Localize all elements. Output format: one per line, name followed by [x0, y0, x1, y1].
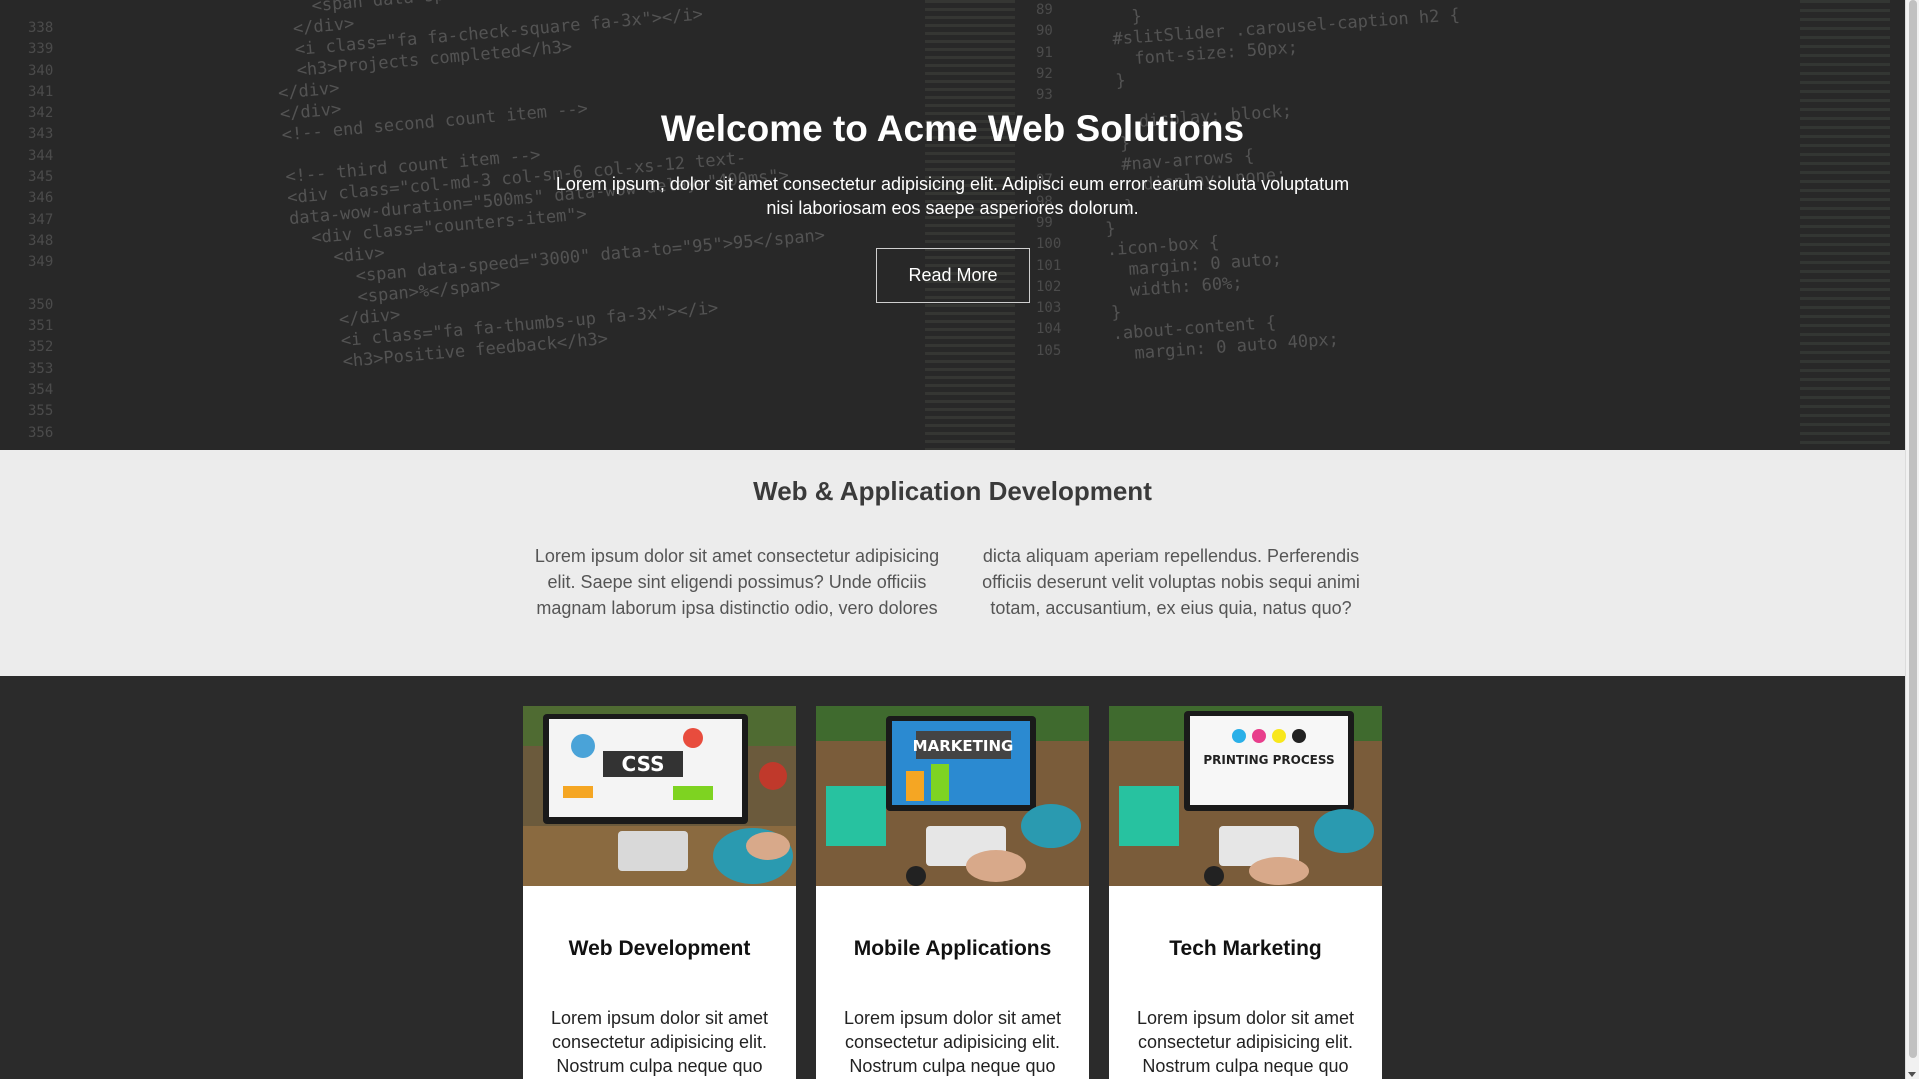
tech-marketing-image: PRINTING PROCESS: [1109, 706, 1382, 886]
mobile-applications-image: MARKETING: [816, 706, 1089, 886]
card-title: Tech Marketing: [1169, 937, 1322, 960]
development-section: Web & Application Development Lorem ipsu…: [0, 450, 1905, 676]
scrollbar-thumb[interactable]: [1909, 0, 1917, 1058]
card-title: Web Development: [568, 937, 751, 960]
service-card-mobile-applications[interactable]: MARKETING Mobile Applications Lorem ipsu…: [816, 706, 1089, 1079]
hero-section: 338 339 340 341 342 343 344 345 346 347 …: [0, 0, 1905, 450]
svg-text:PRINTING PROCESS: PRINTING PROCESS: [1203, 753, 1334, 767]
services-section: CSS Web Development Lorem ipsum dolor si…: [0, 676, 1905, 1079]
vertical-scrollbar[interactable]: [1905, 0, 1919, 1079]
card-title: Mobile Applications: [853, 937, 1052, 960]
svg-text:CSS: CSS: [622, 752, 665, 776]
svg-text:MARKETING: MARKETING: [913, 737, 1014, 755]
hero-overlay: [0, 0, 1905, 450]
hero-description: Lorem ipsum, dolor sit amet consectetur …: [555, 174, 1350, 218]
card-description: Lorem ipsum dolor sit amet consectetur a…: [843, 1008, 1062, 1076]
section-title: Web & Application Development: [753, 476, 1152, 506]
hero-title: Welcome to Acme Web Solutions: [660, 108, 1245, 149]
description-column-right: dicta aliquam aperiam repellendus. Perfe…: [982, 546, 1360, 618]
scroll-down-arrow-icon[interactable]: [1908, 1072, 1916, 1077]
card-description: Lorem ipsum dolor sit amet consectetur a…: [550, 1008, 769, 1076]
description-column-left: Lorem ipsum dolor sit amet consectetur a…: [534, 546, 940, 618]
card-description: Lorem ipsum dolor sit amet consectetur a…: [1136, 1008, 1355, 1076]
service-card-tech-marketing[interactable]: PRINTING PROCESS Tech Marketing Lorem ip…: [1109, 706, 1382, 1079]
read-more-button[interactable]: Read More: [876, 248, 1030, 303]
web-development-image: CSS: [523, 706, 796, 886]
service-card-web-development[interactable]: CSS Web Development Lorem ipsum dolor si…: [523, 706, 796, 1079]
